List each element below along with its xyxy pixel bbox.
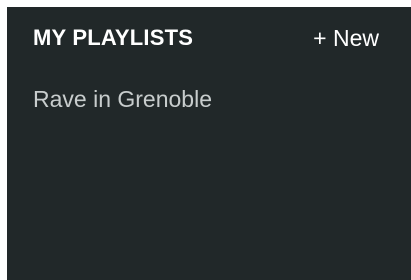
playlists-panel: MY PLAYLISTS + New Rave in Grenoble (7, 7, 411, 280)
playlists-title: MY PLAYLISTS (33, 25, 194, 50)
playlist-item-rave-in-grenoble[interactable]: Rave in Grenoble (7, 83, 411, 117)
playlist-item-label: Rave in Grenoble (33, 86, 212, 112)
new-playlist-button[interactable]: + New (313, 24, 379, 52)
playlist-list: Rave in Grenoble (7, 83, 411, 117)
playlists-header: MY PLAYLISTS + New (7, 7, 411, 67)
